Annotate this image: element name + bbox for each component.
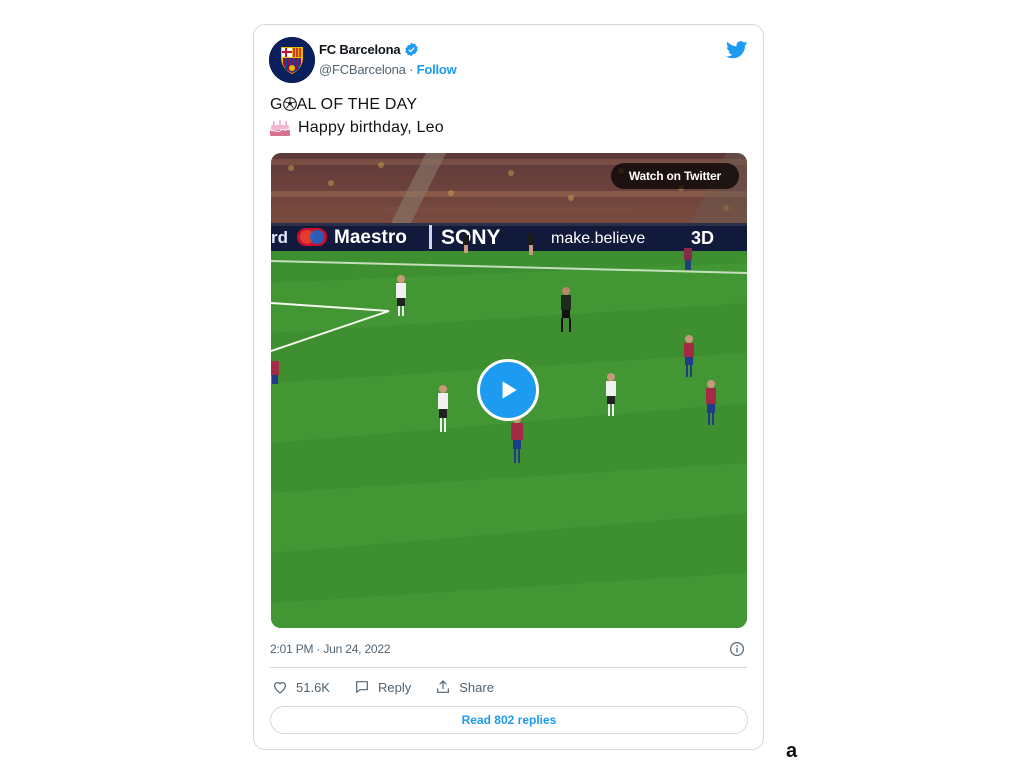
birthday-cake-icon [270, 120, 290, 136]
verified-badge-icon [405, 42, 419, 57]
tweet-text-body: Happy birthday, Leo [298, 119, 444, 136]
handle-separator: · [405, 62, 417, 77]
tweet-text-line1: G AL OF THE DAY [270, 96, 417, 114]
board-text-3: SONY [441, 226, 501, 249]
tweet-timestamp[interactable]: 2:01 PM · Jun 24, 2022 [270, 642, 391, 656]
author-name[interactable]: FC Barcelona [319, 42, 401, 57]
video-player[interactable]: rd Maestro SONY make.believe 3D Watch on… [271, 153, 747, 628]
tweet-text-suffix: AL OF THE DAY [296, 96, 418, 113]
figure-label: a [786, 740, 798, 762]
read-replies-button[interactable]: Read 802 replies [270, 706, 748, 734]
board-text-4: make.believe [551, 230, 645, 247]
follow-link[interactable]: Follow [417, 62, 457, 77]
tweet-card: FC Barcelona @FCBarcelona · Follow G AL … [253, 24, 764, 750]
tweet-text-prefix: G [270, 96, 283, 113]
watch-on-twitter-button[interactable]: Watch on Twitter [610, 163, 739, 189]
reply-label: Reply [377, 679, 412, 695]
board-text-1: rd [271, 228, 288, 247]
heart-icon [274, 682, 286, 694]
divider [270, 667, 747, 668]
tweet-text-line2: Happy birthday, Leo [270, 119, 444, 137]
share-button[interactable]: Share [435, 679, 494, 695]
reply-button[interactable]: Reply [354, 679, 411, 695]
fcb-crest-icon [269, 37, 315, 83]
share-label: Share [459, 679, 494, 695]
play-icon [502, 381, 517, 399]
board-text-2: Maestro [334, 227, 407, 248]
share-icon [437, 680, 450, 693]
like-count: 51.6K [296, 679, 330, 695]
info-icon[interactable] [729, 641, 745, 657]
author-handle[interactable]: @FCBarcelona [319, 62, 406, 77]
tweet-actions: 51.6K Reply Share [272, 679, 518, 695]
avatar[interactable] [269, 37, 315, 83]
soccer-ball-icon [282, 97, 297, 111]
like-button[interactable]: 51.6K [272, 679, 330, 695]
reply-icon [356, 681, 368, 693]
twitter-bird-icon[interactable] [726, 41, 748, 59]
play-button[interactable] [477, 359, 539, 421]
board-text-5: 3D [691, 228, 714, 248]
